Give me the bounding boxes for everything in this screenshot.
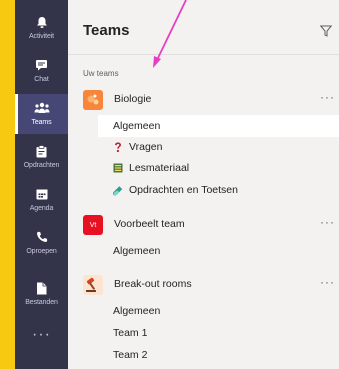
team-name: Biologie — [114, 93, 152, 105]
channel-label: Algemeen — [113, 120, 161, 132]
phone-icon — [34, 229, 50, 245]
rail-label-opdrachten: Opdrachten — [23, 162, 60, 169]
teams-window: Activiteit Chat Teams Opdrachten Agenda — [15, 0, 339, 369]
rail-item-chat[interactable]: Chat — [15, 51, 68, 91]
rail-label-chat: Chat — [34, 76, 49, 83]
channel-team-2[interactable]: Team 2 — [98, 344, 339, 366]
teams-icon — [34, 100, 50, 116]
channel-label: Team 2 — [113, 349, 148, 361]
team-more-options-button[interactable]: ··· — [320, 90, 335, 104]
rail-label-agenda: Agenda — [29, 205, 54, 212]
channel-label: Opdrachten en Toetsen — [129, 184, 238, 196]
app-rail: Activiteit Chat Teams Opdrachten Agenda — [15, 0, 68, 369]
assignments-icon — [34, 143, 50, 159]
team-more-options-button[interactable]: ··· — [320, 275, 335, 289]
rail-item-oproepen[interactable]: Oproepen — [15, 223, 68, 263]
team-voorbeelt-team[interactable]: Vt Voorbeelt team ··· — [68, 213, 339, 237]
channel-team-1[interactable]: Team 1 — [98, 322, 339, 344]
channel-algemeen[interactable]: Algemeen — [98, 240, 339, 262]
channel-vragen[interactable]: Vragen — [98, 136, 339, 158]
channel-label: Vragen — [129, 141, 163, 153]
rail-label-activiteit: Activiteit — [28, 33, 55, 40]
channel-algemeen[interactable]: Algemeen — [98, 115, 339, 137]
section-label-your-teams: Uw teams — [83, 69, 119, 78]
team-name: Break-out rooms — [114, 278, 192, 290]
pointer-arrow — [153, 0, 187, 68]
gavel-team-icon — [83, 275, 103, 295]
files-icon — [34, 280, 50, 296]
teams-panel: Teams Uw teams Biologie ··· Algemeen Vra… — [68, 0, 339, 369]
team-avatar-icon: Vt — [83, 215, 103, 235]
rail-label-oproepen: Oproepen — [26, 248, 57, 255]
team-avatar-initials: Vt — [89, 221, 97, 229]
rail-item-bestanden[interactable]: Bestanden — [15, 274, 68, 314]
more-apps-button[interactable]: ··· — [15, 326, 68, 344]
channel-label: Lesmateriaal — [129, 162, 190, 174]
question-mark-icon — [113, 142, 123, 152]
bell-icon — [34, 14, 50, 30]
channel-algemeen[interactable]: Algemeen — [98, 300, 339, 322]
channel-opdrachten-en-toetsen[interactable]: Opdrachten en Toetsen — [98, 179, 339, 201]
team-name: Voorbeelt team — [114, 218, 185, 230]
channel-lesmateriaal[interactable]: Lesmateriaal — [98, 157, 339, 179]
channel-label: Team 1 — [113, 327, 148, 339]
team-biologie[interactable]: Biologie ··· — [68, 88, 339, 112]
ledger-icon — [113, 163, 123, 173]
team-more-options-button[interactable]: ··· — [320, 215, 335, 229]
chat-icon — [34, 57, 50, 73]
rail-item-teams[interactable]: Teams — [15, 94, 68, 134]
rail-item-agenda[interactable]: Agenda — [15, 180, 68, 220]
biology-team-icon — [83, 90, 103, 110]
calendar-icon — [34, 186, 50, 202]
channel-label: Algemeen — [113, 305, 161, 317]
test-tube-icon — [113, 185, 123, 196]
rail-item-opdrachten[interactable]: Opdrachten — [15, 137, 68, 177]
rail-label-bestanden: Bestanden — [25, 299, 58, 306]
rail-label-teams: Teams — [31, 119, 52, 126]
channel-label: Algemeen — [113, 245, 161, 257]
team-break-out-rooms[interactable]: Break-out rooms ··· — [68, 273, 339, 297]
rail-item-activiteit[interactable]: Activiteit — [15, 8, 68, 48]
